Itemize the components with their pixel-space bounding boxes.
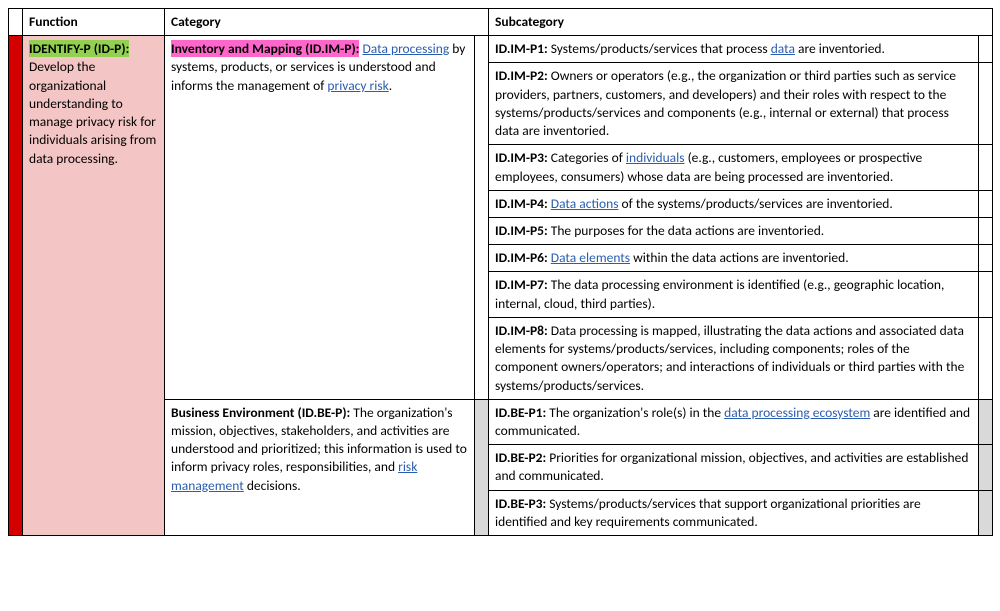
category-im: Inventory and Mapping (ID.IM-P): Data pr… bbox=[165, 36, 475, 400]
header-function: Function bbox=[23, 9, 165, 36]
header-stripe bbox=[9, 9, 23, 36]
function-cell: IDENTIFY-P (ID-P): Develop the organizat… bbox=[23, 36, 165, 536]
subcat-im-p7: ID.IM-P7: The data processing environmen… bbox=[489, 272, 979, 317]
subcat-im-p1: ID.IM-P1: Systems/products/services that… bbox=[489, 36, 979, 63]
category-im-stripe bbox=[475, 36, 489, 400]
category-im-code: Inventory and Mapping (ID.IM-P): bbox=[171, 40, 359, 57]
subcat-stripe bbox=[979, 63, 993, 145]
subcat-im-p2: ID.IM-P2: Owners or operators (e.g., the… bbox=[489, 63, 979, 145]
link-data[interactable]: data bbox=[771, 40, 795, 57]
framework-table: Function Category Subcategory IDENTIFY-P… bbox=[8, 8, 993, 536]
link-data-processing[interactable]: Data processing bbox=[362, 40, 449, 57]
header-category: Category bbox=[165, 9, 489, 36]
header-subcategory: Subcategory bbox=[489, 9, 993, 36]
subcat-im-p5: ID.IM-P5: The purposes for the data acti… bbox=[489, 217, 979, 244]
subcat-stripe bbox=[979, 190, 993, 217]
subcat-stripe bbox=[979, 399, 993, 444]
subcat-im-p6: ID.IM-P6: Data elements within the data … bbox=[489, 245, 979, 272]
header-row: Function Category Subcategory bbox=[9, 9, 993, 36]
subcat-stripe bbox=[979, 490, 993, 535]
subcat-im-p8: ID.IM-P8: Data processing is mapped, ill… bbox=[489, 317, 979, 399]
category-be-code: Business Environment (ID.BE-P): bbox=[171, 404, 350, 421]
subcat-im-p3: ID.IM-P3: Categories of individuals (e.g… bbox=[489, 145, 979, 190]
category-be-stripe bbox=[475, 399, 489, 535]
link-dp-ecosystem[interactable]: data processing ecosystem bbox=[724, 404, 870, 421]
link-individuals[interactable]: individuals bbox=[626, 149, 685, 166]
subcat-stripe bbox=[979, 245, 993, 272]
subcat-stripe bbox=[979, 272, 993, 317]
subcat-be-p3: ID.BE-P3: Systems/products/services that… bbox=[489, 490, 979, 535]
function-text: Develop the organizational understanding… bbox=[29, 58, 156, 166]
subcat-stripe bbox=[979, 445, 993, 490]
link-privacy-risk[interactable]: privacy risk bbox=[327, 77, 388, 94]
subcat-stripe bbox=[979, 36, 993, 63]
table-row: IDENTIFY-P (ID-P): Develop the organizat… bbox=[9, 36, 993, 63]
category-be: Business Environment (ID.BE-P): The orga… bbox=[165, 399, 475, 535]
subcat-stripe bbox=[979, 317, 993, 399]
function-code: IDENTIFY-P (ID-P): bbox=[29, 40, 129, 57]
subcat-stripe bbox=[979, 217, 993, 244]
link-data-actions[interactable]: Data actions bbox=[551, 195, 619, 212]
link-data-elements[interactable]: Data elements bbox=[551, 249, 630, 266]
subcat-im-p4: ID.IM-P4: Data actions of the systems/pr… bbox=[489, 190, 979, 217]
subcat-be-p2: ID.BE-P2: Priorities for organizational … bbox=[489, 445, 979, 490]
subcat-be-p1: ID.BE-P1: The organization's role(s) in … bbox=[489, 399, 979, 444]
function-color-bar bbox=[9, 36, 23, 536]
subcat-stripe bbox=[979, 145, 993, 190]
